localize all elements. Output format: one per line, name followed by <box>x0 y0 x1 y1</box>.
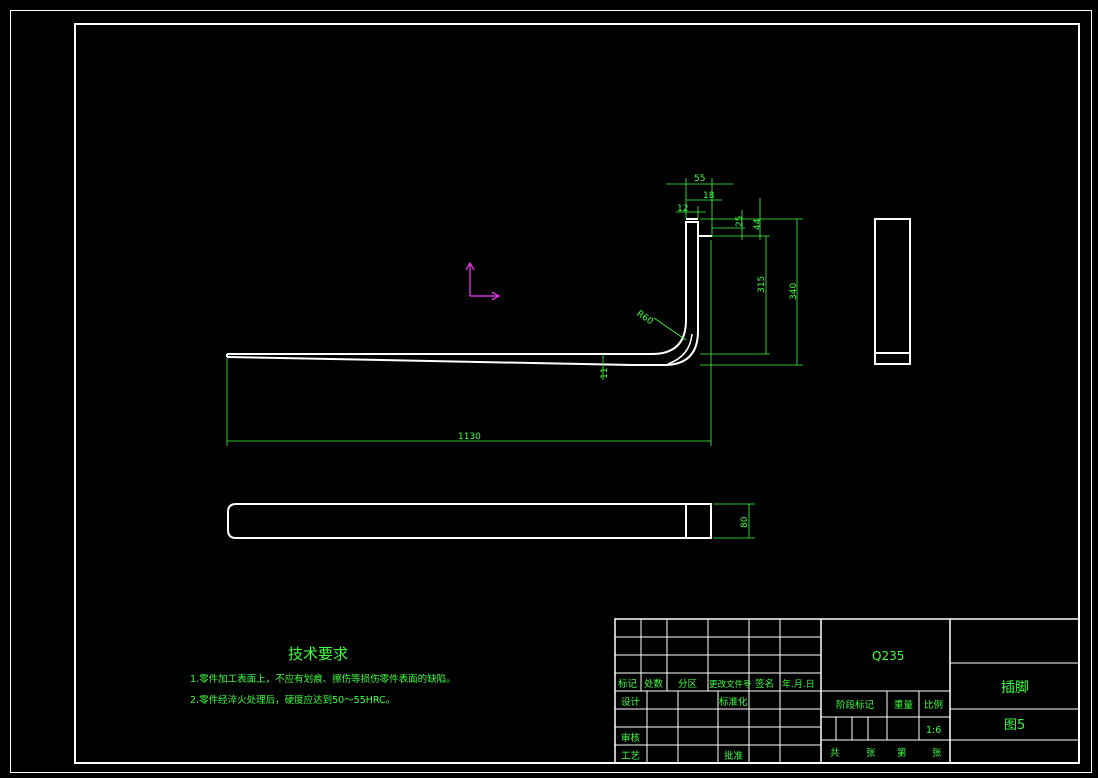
dim-thickness: 11 <box>600 368 610 379</box>
rev-header-count: 处数 <box>644 678 664 690</box>
scale-label: 比例 <box>924 699 943 711</box>
dim-12: 12 <box>677 204 688 214</box>
process-label: 工艺 <box>621 751 640 762</box>
cad-drawing-sheet: 55 18 12 25 44 315 340 R60 11 1130 80 技术… <box>10 10 1092 773</box>
dim-80: 80 <box>740 516 750 528</box>
outer-border <box>10 10 1092 773</box>
fork-inner-profile <box>226 228 699 366</box>
material-value: Q235 <box>872 649 904 663</box>
design-label: 设计 <box>621 696 641 708</box>
top-view <box>227 503 712 539</box>
review-label: 审核 <box>621 732 641 744</box>
tech-requirement-2: 2.零件经淬火处理后，硬度应达到50～55HRC。 <box>190 694 395 706</box>
tech-requirements-title: 技术要求 <box>288 645 348 663</box>
dim-340: 340 <box>789 283 799 300</box>
dim-44: 44 <box>753 218 763 230</box>
dim-1130: 1130 <box>458 432 481 442</box>
dim-55: 55 <box>694 174 705 184</box>
drawing-number: 图5 <box>1004 718 1025 733</box>
rev-header-date: 年.月.日 <box>782 678 815 690</box>
weight-label: 重量 <box>894 699 914 711</box>
tech-requirement-1: 1.零件加工表面上，不应有划痕、擦伤等损伤零件表面的缺陷。 <box>190 673 456 685</box>
dim-18: 18 <box>703 191 715 201</box>
front-dimensions <box>226 178 803 446</box>
scale-value: 1:6 <box>926 725 941 736</box>
rev-header-zone: 分区 <box>678 679 698 690</box>
stage-label: 阶段标记 <box>836 699 875 711</box>
side-view-outline <box>874 218 911 365</box>
inner-frame <box>74 23 1080 764</box>
rev-header-sign: 签名 <box>755 678 774 690</box>
dim-315: 315 <box>757 276 767 293</box>
approve-label: 批准 <box>724 750 744 762</box>
sheet-unit-2: 张 <box>932 748 942 759</box>
top-view-outline <box>227 503 712 539</box>
dim-25: 25 <box>735 216 745 227</box>
sheet-unit-1: 张 <box>866 748 876 759</box>
standardization-label: 标准化 <box>719 696 748 708</box>
sheet-number-label: 第 <box>897 747 907 759</box>
side-view <box>874 218 911 365</box>
ucs-icon <box>465 261 501 301</box>
part-name: 插脚 <box>1001 680 1029 696</box>
dim-r60: R60 <box>634 309 654 328</box>
sheet-total-label: 共 <box>830 748 840 759</box>
rev-header-mark: 标记 <box>618 678 638 690</box>
rev-header-doc-no: 更改文件号 <box>709 679 752 690</box>
